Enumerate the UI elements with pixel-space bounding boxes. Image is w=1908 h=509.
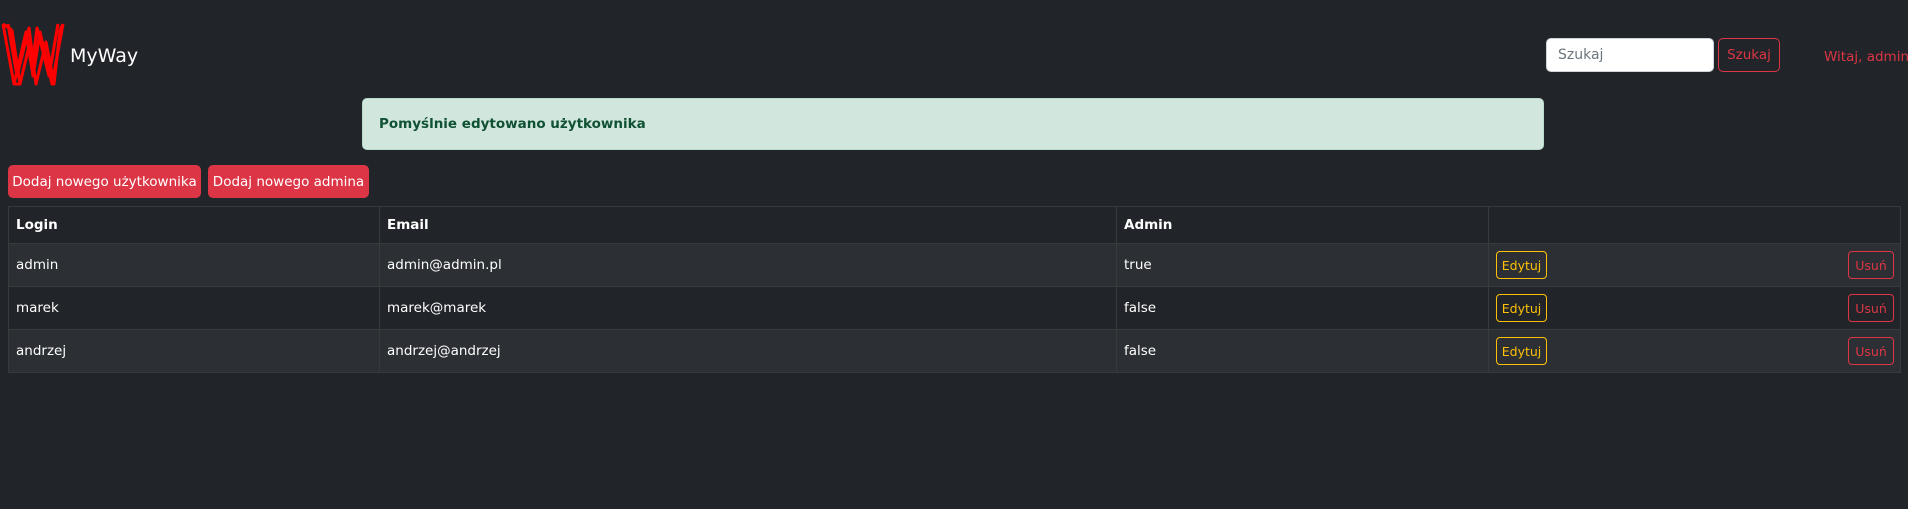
brand-name[interactable]: MyWay: [70, 42, 138, 70]
column-header-email: Email: [379, 206, 1117, 244]
delete-button[interactable]: Usuń: [1848, 337, 1894, 365]
cell-email: admin@admin.pl: [379, 243, 1117, 287]
edit-button[interactable]: Edytuj: [1496, 294, 1547, 322]
cell-email: andrzej@andrzej: [379, 329, 1117, 373]
edit-button[interactable]: Edytuj: [1496, 251, 1547, 279]
table-row: marek marek@marek false Edytuj Usuń: [8, 286, 1901, 330]
search-input[interactable]: [1546, 38, 1714, 72]
cell-login: admin: [8, 243, 380, 287]
edit-button[interactable]: Edytuj: [1496, 337, 1547, 365]
cell-actions: Edytuj Usuń: [1488, 243, 1901, 287]
cell-login: marek: [8, 286, 380, 330]
cell-login: andrzej: [8, 329, 380, 373]
cell-admin: true: [1116, 243, 1489, 287]
add-user-button[interactable]: Dodaj nowego użytkownika: [8, 165, 201, 198]
cell-admin: false: [1116, 286, 1489, 330]
users-table: Login Email Admin admin admin@admin.pl t…: [8, 206, 1901, 373]
cell-actions: Edytuj Usuń: [1488, 286, 1901, 330]
table-row: andrzej andrzej@andrzej false Edytuj Usu…: [8, 329, 1901, 373]
delete-button[interactable]: Usuń: [1848, 251, 1894, 279]
column-header-admin: Admin: [1116, 206, 1489, 244]
delete-button[interactable]: Usuń: [1848, 294, 1894, 322]
table-header-row: Login Email Admin: [8, 206, 1901, 244]
myway-logo-icon[interactable]: [0, 20, 66, 88]
column-header-actions: [1488, 206, 1901, 244]
navbar: MyWay Szukaj Witaj, admin: [0, 0, 1908, 112]
add-admin-button[interactable]: Dodaj nowego admina: [208, 165, 369, 198]
user-greeting: Witaj, admin: [1824, 49, 1908, 65]
user-dropdown[interactable]: Witaj, admin: [1824, 46, 1908, 68]
search-button[interactable]: Szukaj: [1718, 38, 1780, 72]
cell-email: marek@marek: [379, 286, 1117, 330]
success-alert: Pomyślnie edytowano użytkownika: [362, 98, 1544, 150]
cell-admin: false: [1116, 329, 1489, 373]
table-row: admin admin@admin.pl true Edytuj Usuń: [8, 243, 1901, 287]
cell-actions: Edytuj Usuń: [1488, 329, 1901, 373]
column-header-login: Login: [8, 206, 380, 244]
